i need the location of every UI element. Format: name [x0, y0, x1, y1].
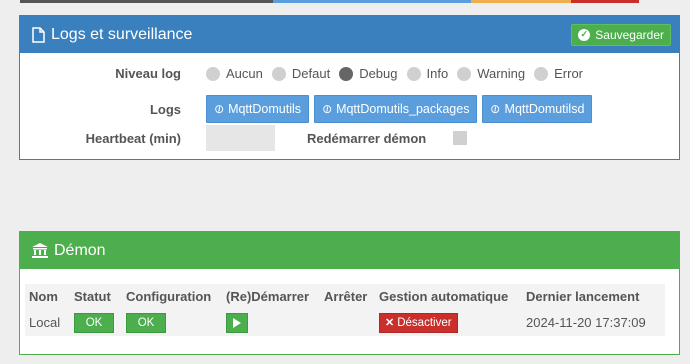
log-level-row: Niveau log Aucun Defaut Debug Info Warni… — [20, 66, 679, 81]
log-file-button-packages[interactable]: ⊘ MqttDomutils_packages — [314, 95, 478, 123]
paperclip-icon: ⊘ — [318, 100, 336, 118]
log-level-option-debug[interactable]: Debug — [339, 66, 398, 81]
bank-icon — [32, 243, 48, 258]
radio-button[interactable] — [457, 66, 472, 81]
log-level-radio-group: Aucun Defaut Debug Info Warning Error — [206, 66, 592, 81]
radio-button[interactable] — [206, 66, 220, 81]
log-file-button-daemon[interactable]: ⊘ MqttDomutilsd — [482, 95, 593, 123]
restart-daemon-checkbox[interactable] — [453, 131, 468, 145]
deactivate-button[interactable]: ✕ Désactiver — [379, 312, 458, 333]
status-badge: OK — [74, 312, 114, 333]
log-level-option-warning[interactable]: Warning — [457, 66, 525, 81]
log-file-button-mqttdomutils[interactable]: ⊘ MqttDomutils — [206, 95, 309, 123]
save-button[interactable]: ✓ Sauvegarder — [571, 23, 671, 46]
stop-cell — [320, 309, 375, 336]
check-circle-icon: ✓ — [578, 28, 591, 41]
daemon-panel-title: Démon — [54, 241, 106, 259]
log-level-option-defaut[interactable]: Defaut — [271, 66, 330, 81]
column-header-arreter: Arrêter — [320, 284, 375, 309]
paperclip-icon: ⊘ — [487, 100, 504, 118]
log-level-option-aucun[interactable]: Aucun — [206, 66, 263, 81]
daemon-table: Nom Statut Configuration (Re)Démarrer Ar… — [25, 284, 665, 336]
radio-button[interactable] — [271, 66, 286, 81]
restart-button[interactable] — [226, 312, 248, 333]
daemon-name: Local — [25, 309, 70, 336]
logs-label: Logs — [149, 101, 181, 117]
logs-panel-title: Logs et surveillance — [51, 25, 193, 43]
daemon-panel-header: Démon — [20, 232, 679, 269]
column-header-statut: Statut — [70, 284, 122, 309]
configuration-badge: OK — [126, 312, 166, 333]
daemon-table-header: Nom Statut Configuration (Re)Démarrer Ar… — [25, 284, 665, 309]
save-button-label: Sauvegarder — [595, 27, 664, 42]
column-header-dernier-lancement: Dernier lancement — [522, 284, 665, 309]
radio-button[interactable] — [406, 66, 421, 81]
daemon-panel: Démon Nom Statut Configuration (Re)Démar… — [19, 231, 680, 355]
logs-panel-header: Logs et surveillance ✓ Sauvegarder — [20, 16, 679, 53]
heartbeat-label: Heartbeat (min) — [85, 130, 181, 146]
last-launch-value: 2024-11-20 17:37:09 — [522, 309, 665, 336]
column-header-gestion-auto: Gestion automatique — [375, 284, 522, 309]
heartbeat-input[interactable] — [206, 125, 275, 151]
paperclip-icon: ⊘ — [210, 100, 228, 118]
top-color-strip — [20, 0, 679, 4]
logs-panel: Logs et surveillance ✓ Sauvegarder Nivea… — [19, 15, 680, 160]
logs-row: Logs ⊘ MqttDomutils ⊘ MqttDomutils_package… — [20, 95, 679, 123]
play-icon — [233, 317, 241, 328]
column-header-restart: (Re)Démarrer — [222, 284, 320, 309]
log-level-option-info[interactable]: Info — [406, 66, 448, 81]
log-level-option-error[interactable]: Error — [534, 66, 583, 81]
close-icon: ✕ — [385, 317, 395, 329]
column-header-nom: Nom — [25, 284, 70, 309]
radio-button[interactable] — [534, 66, 549, 81]
restart-daemon-label: Redémarrer démon — [307, 130, 427, 146]
file-icon — [32, 26, 45, 43]
log-level-label: Niveau log — [115, 66, 181, 81]
column-header-configuration: Configuration — [122, 284, 222, 309]
radio-button-selected[interactable] — [339, 66, 354, 81]
heartbeat-row: Heartbeat (min) Redémarrer démon — [20, 125, 679, 151]
table-row: Local OK OK ✕ Désactiver 2024-11-20 17:37… — [25, 309, 665, 336]
